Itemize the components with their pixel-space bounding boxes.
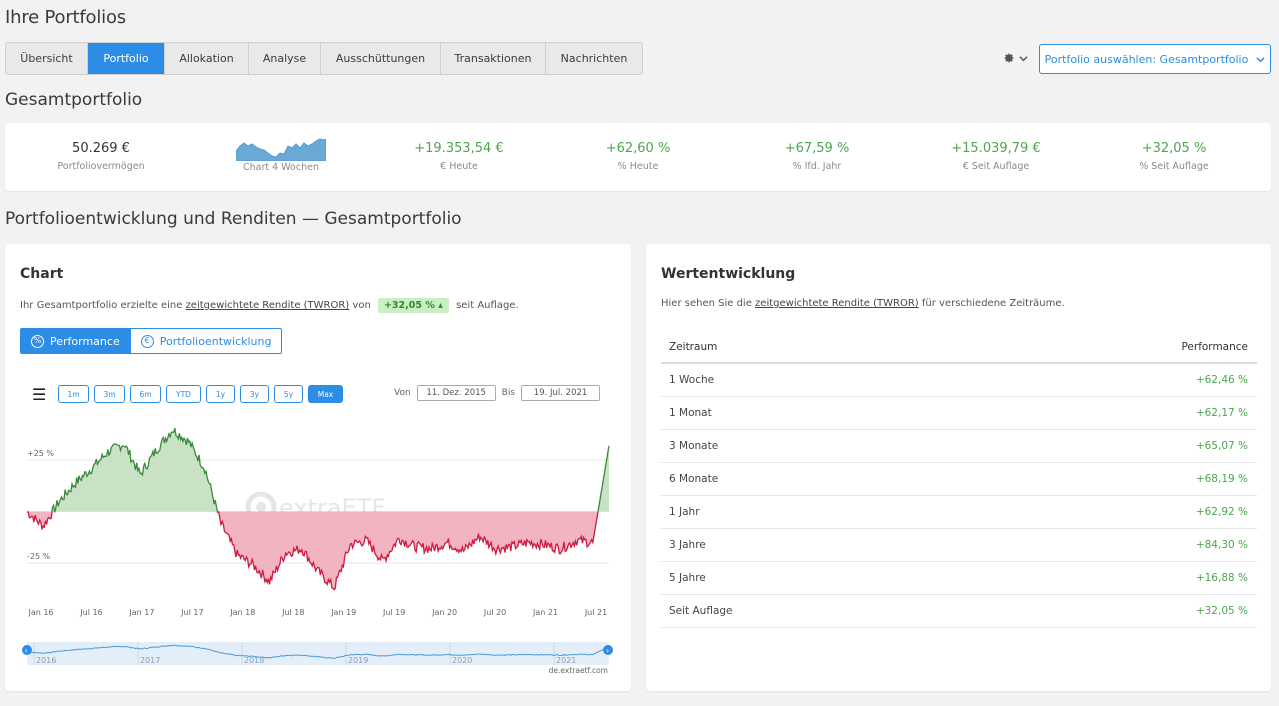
portfolio-select[interactable]: Portfolio auswählen: Gesamtportfolio xyxy=(1039,44,1271,74)
kpi-label: € Seit Auflage xyxy=(962,161,1030,172)
x-tick-label: Jan 19 xyxy=(330,608,356,617)
row-period: 1 Woche xyxy=(669,374,715,386)
y-tick-label: +25 % xyxy=(27,449,54,458)
desc-text: für verschiedene Zeiträume. xyxy=(921,298,1065,309)
tab-allokation[interactable]: Allokation xyxy=(165,43,249,74)
kpi-value: +15.039,79 € xyxy=(951,141,1041,156)
sparkline-4-weeks[interactable] xyxy=(236,137,326,161)
values-card-title: Wertentwicklung xyxy=(661,266,796,282)
settings-menu[interactable] xyxy=(1003,52,1028,64)
navigator-year-label: 2019 xyxy=(348,656,368,665)
row-performance: +84,30 % xyxy=(1195,539,1248,551)
chevron-left-icon: ‹ xyxy=(25,646,28,655)
navigator-year-label: 2021 xyxy=(556,656,576,665)
kpi-label: € Heute xyxy=(440,161,478,172)
negative-area xyxy=(217,511,598,590)
row-period: 5 Jahre xyxy=(669,572,706,584)
chart-card: Chart Ihr Gesamtportfolio erzielte eine … xyxy=(5,244,631,691)
row-period: 3 Monate xyxy=(669,440,719,452)
table-row: 3 Monate +65,07 % xyxy=(661,430,1257,463)
kpi-eur-today: +19.353,54 € € Heute xyxy=(379,141,539,172)
chart-credit: de.extraetf.com xyxy=(549,666,608,675)
tab-ausschuettungen[interactable]: Ausschüttungen xyxy=(321,43,441,74)
kpi-portfolio-value: 50.269 € Portfoliovermögen xyxy=(21,141,181,172)
y-tick-label: -25 % xyxy=(27,552,51,561)
navigator-year-label: 2017 xyxy=(140,656,160,665)
row-period: 6 Monate xyxy=(669,473,719,485)
portfolio-tabs: Übersicht Portfolio Allokation Analyse A… xyxy=(5,42,643,75)
col-performance: Performance xyxy=(1181,340,1248,353)
performance-table: Zeitraum Performance 1 Woche +62,46 % 1 M… xyxy=(661,331,1257,628)
row-performance: +65,07 % xyxy=(1195,440,1248,452)
row-performance: +16,88 % xyxy=(1195,572,1248,584)
summary-title: Gesamtportfolio xyxy=(5,90,143,110)
row-performance: +62,17 % xyxy=(1195,407,1248,419)
tab-nachrichten[interactable]: Nachrichten xyxy=(546,43,642,74)
kpi-value: +32,05 % xyxy=(1141,141,1207,156)
kpi-label: % Heute xyxy=(617,161,659,172)
col-period: Zeitraum xyxy=(669,340,718,353)
x-tick-label: Jul 18 xyxy=(281,608,304,617)
x-tick-label: Jan 17 xyxy=(128,608,154,617)
tab-analyse[interactable]: Analyse xyxy=(249,43,321,74)
kpi-label: % lfd. Jahr xyxy=(792,161,842,172)
portfolio-select-label: Portfolio auswählen: Gesamtportfolio xyxy=(1044,52,1249,66)
kpi-card: 50.269 € Portfoliovermögen Chart 4 Woche… xyxy=(5,123,1271,191)
kpi-value: 50.269 € xyxy=(72,141,130,156)
x-tick-label: Jan 21 xyxy=(532,608,558,617)
row-period: 3 Jahre xyxy=(669,539,706,551)
kpi-label: Chart 4 Wochen xyxy=(243,162,319,173)
tab-portfolio[interactable]: Portfolio xyxy=(88,43,165,74)
x-tick-label: Jan 18 xyxy=(229,608,255,617)
watermark-logo-dot xyxy=(256,502,266,512)
x-tick-label: Jul 20 xyxy=(483,608,506,617)
row-performance: +62,92 % xyxy=(1195,506,1248,518)
kpi-value: +67,59 % xyxy=(784,141,850,156)
x-tick-label: Jul 19 xyxy=(382,608,405,617)
row-performance: +62,46 % xyxy=(1195,374,1248,386)
kpi-label: Portfoliovermögen xyxy=(57,161,145,172)
row-performance: +32,05 % xyxy=(1195,605,1248,617)
x-tick-label: Jan 16 xyxy=(27,608,53,617)
tab-uebersicht[interactable]: Übersicht xyxy=(6,43,88,74)
table-row: 1 Woche +62,46 % xyxy=(661,364,1257,397)
kpi-pct-ytd: +67,59 % % lfd. Jahr xyxy=(737,141,897,172)
x-tick-label: Jan 20 xyxy=(431,608,457,617)
page-title: Ihre Portfolios xyxy=(5,7,126,28)
kpi-label: % Seit Auflage xyxy=(1139,161,1209,172)
kpi-pct-today: +62,60 % % Heute xyxy=(558,141,718,172)
navigator-year-label: 2020 xyxy=(452,656,472,665)
section-title: Portfolioentwicklung und Renditen — Gesa… xyxy=(5,209,462,229)
gear-icon xyxy=(1004,53,1014,63)
table-row: 1 Jahr +62,92 % xyxy=(661,496,1257,529)
navigator-year-label: 2016 xyxy=(36,656,56,665)
row-period: Seit Auflage xyxy=(669,605,733,617)
desc-text: Hier sehen Sie die xyxy=(661,298,752,309)
values-description: Hier sehen Sie die zeitgewichtete Rendit… xyxy=(661,298,1065,309)
row-performance: +68,19 % xyxy=(1195,473,1248,485)
table-row: Seit Auflage +32,05 % xyxy=(661,595,1257,628)
table-header: Zeitraum Performance xyxy=(661,331,1257,364)
x-tick-label: Jul 21 xyxy=(584,608,607,617)
chevron-right-icon: › xyxy=(606,646,609,655)
chevron-down-icon xyxy=(1256,56,1265,62)
kpi-eur-since-start: +15.039,79 € € Seit Auflage xyxy=(916,141,1076,172)
table-row: 6 Monate +68,19 % xyxy=(661,463,1257,496)
table-row: 3 Jahre +84,30 % xyxy=(661,529,1257,562)
table-row: 1 Monat +62,17 % xyxy=(661,397,1257,430)
row-period: 1 Jahr xyxy=(669,506,700,518)
row-period: 1 Monat xyxy=(669,407,712,419)
values-card: Wertentwicklung Hier sehen Sie die zeitg… xyxy=(646,244,1271,691)
x-tick-label: Jul 17 xyxy=(180,608,203,617)
table-row: 5 Jahre +16,88 % xyxy=(661,562,1257,595)
kpi-pct-since-start: +32,05 % % Seit Auflage xyxy=(1094,141,1254,172)
chevron-down-icon xyxy=(1019,55,1028,61)
kpi-value: +62,60 % xyxy=(605,141,671,156)
tab-transaktionen[interactable]: Transaktionen xyxy=(441,43,546,74)
x-tick-label: Jul 16 xyxy=(79,608,102,617)
navigator-track[interactable] xyxy=(27,642,609,665)
performance-chart[interactable]: extraETF +25 %-25 % Jan 16 Jul 16 Jan 17 Ju… xyxy=(5,244,631,691)
twror-link[interactable]: zeitgewichtete Rendite (TWROR) xyxy=(755,298,919,309)
kpi-value: +19.353,54 € xyxy=(414,141,504,156)
